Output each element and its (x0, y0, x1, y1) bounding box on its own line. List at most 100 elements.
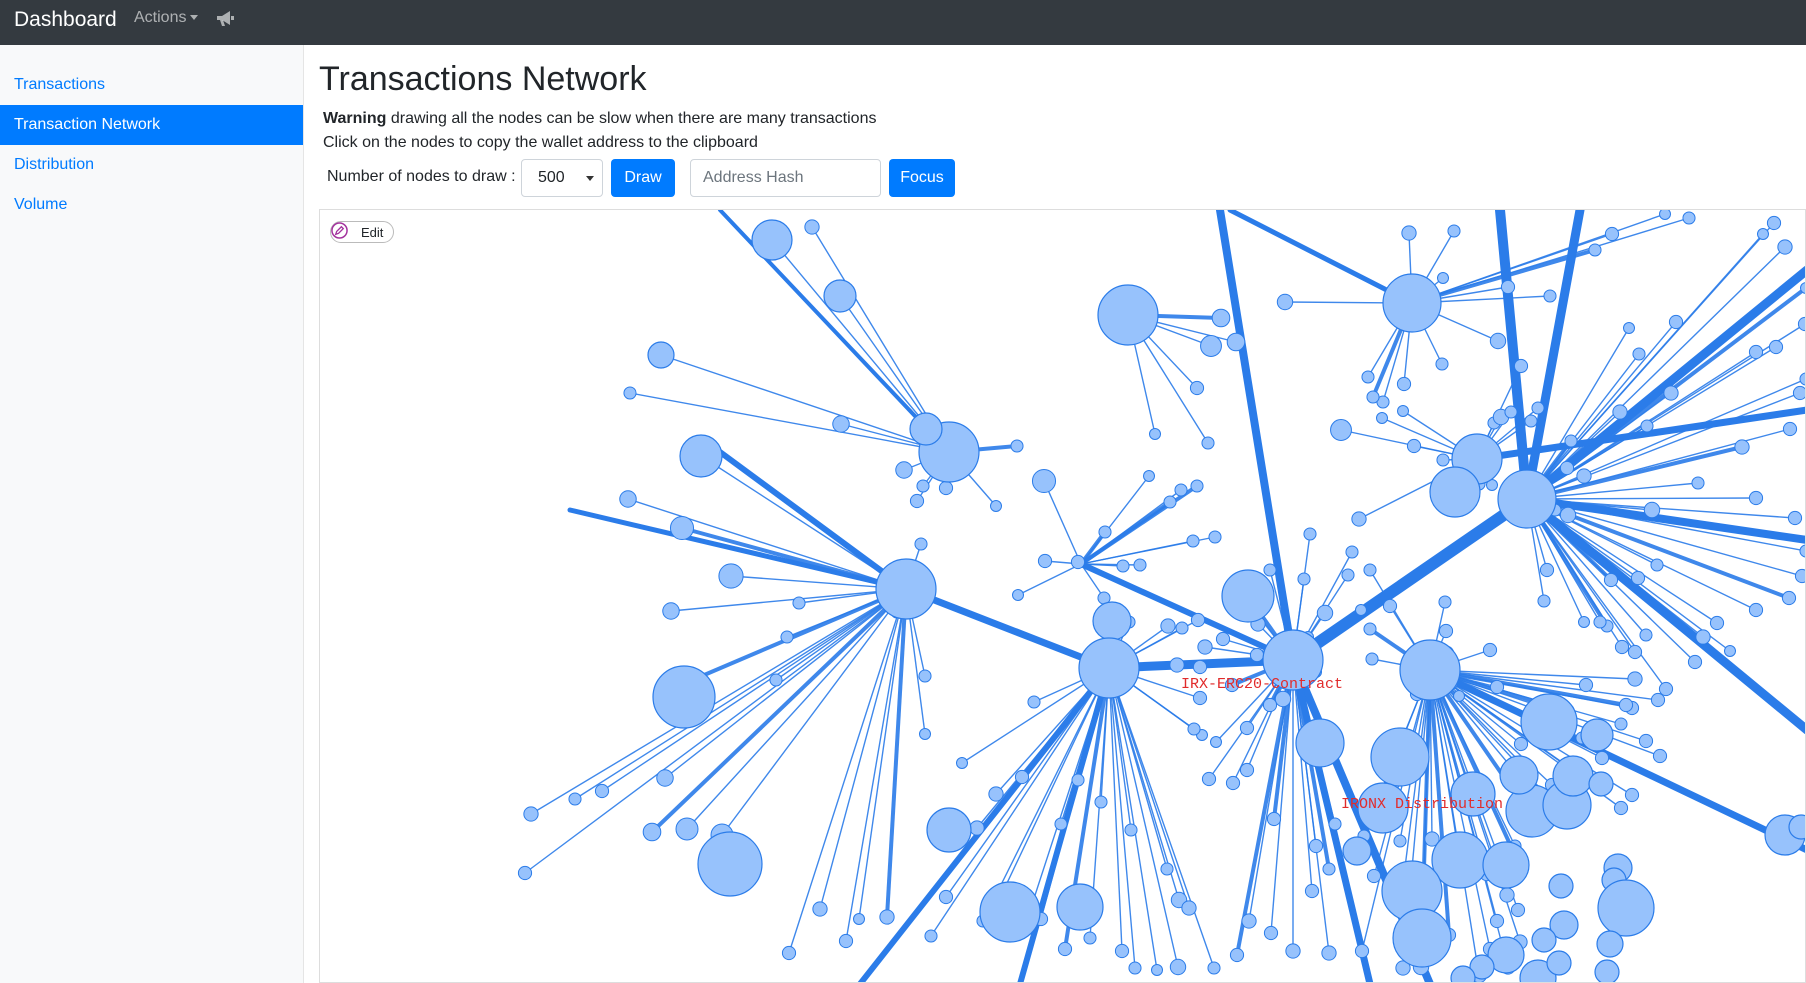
megaphone-icon[interactable] (216, 10, 236, 28)
wallet-node[interactable] (1603, 572, 1619, 588)
wallet-node[interactable] (1794, 568, 1806, 584)
address-hash-input[interactable] (690, 159, 881, 197)
wallet-node[interactable] (1539, 562, 1555, 578)
wallet-node[interactable] (1504, 405, 1518, 419)
hub-node[interactable] (1092, 601, 1132, 641)
wallet-node[interactable] (956, 757, 968, 769)
wallet-node[interactable] (1604, 226, 1620, 242)
hub-node[interactable] (1552, 755, 1594, 797)
wallet-node[interactable] (1588, 243, 1602, 257)
wallet-node[interactable] (1163, 495, 1177, 509)
wallet-node[interactable] (1632, 347, 1646, 361)
wallet-node[interactable] (1241, 913, 1257, 929)
hub-node[interactable] (1078, 637, 1140, 699)
wallet-node[interactable] (1200, 335, 1222, 357)
hub-node[interactable] (1580, 718, 1614, 752)
wallet-node[interactable] (1630, 570, 1646, 586)
wallet-node[interactable] (1192, 659, 1208, 675)
wallet-node[interactable] (1124, 823, 1138, 837)
wallet-node[interactable] (1225, 775, 1241, 791)
hub-node[interactable] (823, 279, 857, 313)
wallet-node[interactable] (1777, 239, 1793, 255)
wallet-node[interactable] (517, 865, 533, 881)
wallet-node[interactable] (1328, 817, 1342, 831)
wallet-node[interactable] (1308, 838, 1324, 854)
wallet-node[interactable] (1489, 679, 1505, 695)
hub-node[interactable] (1342, 836, 1372, 866)
wallet-node[interactable] (1304, 883, 1320, 899)
wallet-node[interactable] (1160, 862, 1174, 876)
wallet-node[interactable] (969, 820, 985, 836)
wallet-node[interactable] (838, 933, 854, 949)
hub-node[interactable] (1588, 771, 1614, 797)
wallet-node[interactable] (1406, 438, 1422, 454)
wallet-node[interactable] (1083, 931, 1097, 945)
wallet-node[interactable] (1524, 414, 1538, 428)
wallet-node[interactable] (1748, 490, 1764, 506)
wallet-node[interactable] (1510, 902, 1526, 918)
wallet-node[interactable] (1341, 568, 1355, 582)
wallet-node[interactable] (718, 563, 744, 589)
wallet-node[interactable] (1799, 372, 1806, 386)
wallet-node[interactable] (879, 909, 895, 925)
wallet-node[interactable] (1189, 380, 1205, 396)
wallet-node[interactable] (1054, 817, 1068, 831)
hub-node[interactable] (1382, 273, 1442, 333)
wallet-node[interactable] (1612, 404, 1628, 420)
hub-node[interactable] (1597, 879, 1655, 937)
wallet-node[interactable] (1316, 604, 1334, 622)
wallet-node[interactable] (1576, 468, 1592, 484)
wallet-node[interactable] (1396, 376, 1412, 392)
wallet-node[interactable] (1627, 671, 1643, 687)
wallet-node[interactable] (1263, 925, 1279, 941)
wallet-node[interactable] (1322, 862, 1336, 876)
wallet-node[interactable] (1303, 527, 1317, 541)
wallet-node[interactable] (1190, 612, 1206, 628)
wallet-node[interactable] (780, 630, 794, 644)
wallet-node[interactable] (1652, 748, 1668, 764)
wallet-node[interactable] (1614, 717, 1628, 731)
wallet-node[interactable] (1160, 618, 1176, 634)
wallet-node[interactable] (1482, 642, 1498, 658)
wallet-node[interactable] (1500, 279, 1516, 295)
wallet-node[interactable] (1438, 623, 1454, 639)
wallet-node[interactable] (1436, 453, 1450, 467)
wallet-node[interactable] (1748, 602, 1764, 618)
wallet-node[interactable] (1734, 439, 1750, 455)
wallet-node[interactable] (1623, 322, 1635, 334)
wallet-node[interactable] (1578, 677, 1594, 693)
hub-node[interactable] (926, 807, 972, 853)
wallet-node[interactable] (1782, 421, 1798, 437)
wallet-node[interactable] (523, 806, 539, 822)
wallet-node[interactable] (1207, 961, 1221, 975)
wallet-node[interactable] (769, 673, 783, 687)
wallet-node[interactable] (1169, 958, 1187, 976)
wallet-node[interactable] (853, 913, 865, 925)
wallet-node[interactable] (1438, 595, 1452, 609)
wallet-node[interactable] (1668, 314, 1684, 330)
wallet-node[interactable] (623, 386, 637, 400)
wallet-node[interactable] (1393, 834, 1407, 848)
wallet-node[interactable] (1695, 629, 1711, 645)
wallet-node[interactable] (1037, 553, 1053, 569)
wallet-node[interactable] (1014, 769, 1030, 785)
wallet-node[interactable] (1208, 530, 1222, 544)
wallet-node[interactable] (1748, 344, 1764, 360)
wallet-node[interactable] (1724, 645, 1736, 657)
wallet-node[interactable] (1027, 695, 1041, 709)
brand-link[interactable]: Dashboard (14, 8, 117, 32)
wallet-node[interactable] (1499, 887, 1515, 903)
wallet-node[interactable] (1799, 544, 1806, 558)
hub-node[interactable] (1056, 883, 1104, 931)
wallet-node[interactable] (1639, 628, 1653, 642)
wallet-node[interactable] (1792, 385, 1806, 401)
hub-node[interactable] (1295, 718, 1345, 768)
wallet-node[interactable] (1143, 470, 1155, 482)
wallet-node[interactable] (1181, 900, 1197, 916)
wallet-node[interactable] (1192, 690, 1208, 706)
wallet-node[interactable] (781, 945, 797, 961)
hub-node[interactable] (1497, 469, 1557, 529)
wallet-node[interactable] (1691, 476, 1705, 490)
wallet-node[interactable] (1114, 943, 1130, 959)
wallet-node[interactable] (1435, 357, 1449, 371)
